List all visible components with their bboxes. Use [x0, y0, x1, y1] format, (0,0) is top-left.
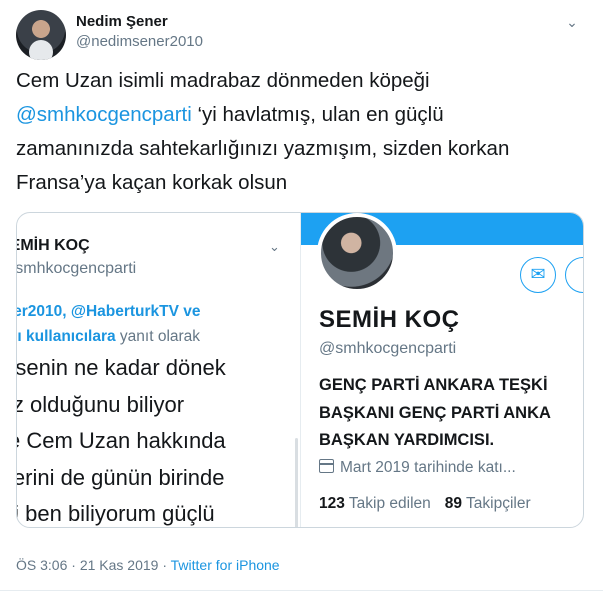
profile-avatar: [317, 213, 397, 293]
divider: [0, 590, 603, 591]
followers-count: 89: [444, 495, 463, 512]
author-avatar[interactable]: [16, 10, 66, 60]
chevron-down-icon: ⌄: [269, 239, 280, 254]
embedded-tweet-handle: @smhkocgencparti: [17, 260, 137, 277]
profile-bio: GENÇ PARTİ ANKARA TEŞKİ BAŞKANI GENÇ PAR…: [319, 372, 551, 455]
bio-line: BAŞKAN YARDIMCISI.: [319, 431, 495, 449]
embedded-body-line: ce Cem Uzan hakkında: [17, 428, 226, 453]
tweet-line: @smhkocgencparti ‘yi havlatmış, ulan en …: [16, 98, 591, 132]
tweet-time[interactable]: ÖS 3:06: [16, 557, 67, 573]
tweet-line: Cem Uzan isimli madrabaz dönmeden köpeği: [16, 69, 430, 92]
tweet-line: Fransa’ya kaçan korkak olsun: [16, 171, 288, 194]
follow-button: [565, 257, 583, 293]
joined-text: Mart 2019 tarihinde katı...: [340, 459, 516, 476]
profile-card-screenshot: ✉ SEMİH KOÇ @smhkocgencparti GENÇ PARTİ …: [300, 213, 583, 527]
embedded-mention: @HaberturkTV: [70, 303, 179, 320]
embedded-reply-context: ener2010, @HaberturkTV ve adlı kullanıcı…: [17, 299, 201, 349]
following-label: Takip edilen: [348, 495, 431, 512]
embedded-tweet-body: e senin ne kadar dönek siz olduğunu bili…: [17, 350, 226, 527]
bio-line: BAŞKANI GENÇ PARTİ ANKA: [319, 403, 551, 422]
author-name[interactable]: Nedim Şener: [76, 13, 168, 30]
tweet-line: zamanınızda sahtekarlığınızı yazmışım, s…: [16, 137, 510, 160]
tweet-meta: ÖS 3:06 · 21 Kas 2019 · Twitter for iPho…: [16, 557, 280, 573]
author-handle[interactable]: @nedimsener2010: [76, 33, 203, 50]
tweet-header: Nedim Şener @nedimsener2010 ⌄: [14, 10, 594, 60]
tweet-date[interactable]: 21 Kas 2019: [80, 557, 159, 573]
embedded-reply-tail: yanıt olarak: [115, 328, 201, 345]
profile-stats: 123 Takip edilen 89 Takipçiler: [319, 495, 531, 513]
mail-icon: ✉: [520, 257, 556, 293]
profile-handle: @smhkocgencparti: [319, 340, 457, 357]
embedded-reply-tail: ve: [178, 303, 201, 320]
profile-name: SEMİH KOÇ: [319, 306, 460, 333]
profile-joined: Mart 2019 tarihinde katı...: [319, 459, 516, 477]
embedded-body-line: e senin ne kadar dönek: [17, 355, 226, 380]
scrollbar: [295, 438, 298, 527]
embedded-tweet-name: SEMİH KOÇ: [17, 237, 90, 254]
following-count: 123: [319, 495, 345, 512]
embedded-tweet-screenshot: SEMİH KOÇ @smhkocgencparti ⌄ ener2010, @…: [17, 213, 300, 527]
tweet-text: Cem Uzan isimli madrabaz dönmeden köpeği…: [16, 64, 591, 200]
embedded-body-line: ini ben biliyorum güçlü: [17, 501, 215, 526]
bio-line: GENÇ PARTİ ANKARA TEŞKİ: [319, 376, 548, 394]
embedded-mention: ener2010,: [17, 303, 67, 320]
mention-link[interactable]: @smhkocgencparti: [16, 103, 192, 126]
embedded-mention: adlı kullanıcılara: [17, 328, 116, 345]
followers-label: Takipçiler: [466, 495, 531, 512]
embedded-media-card[interactable]: SEMİH KOÇ @smhkocgencparti ⌄ ener2010, @…: [16, 212, 584, 528]
tweet-line-rest: ‘yi havlatmış, ulan en güçlü: [191, 103, 444, 126]
embedded-body-line: siz olduğunu biliyor: [17, 391, 185, 417]
chevron-down-icon[interactable]: ⌄: [562, 12, 582, 32]
meta-separator: ·: [67, 557, 80, 573]
meta-separator: ·: [158, 557, 171, 573]
calendar-icon: [319, 459, 334, 473]
tweet-source[interactable]: Twitter for iPhone: [171, 557, 280, 573]
embedded-body-line: klerini de günün birinde: [17, 464, 225, 490]
